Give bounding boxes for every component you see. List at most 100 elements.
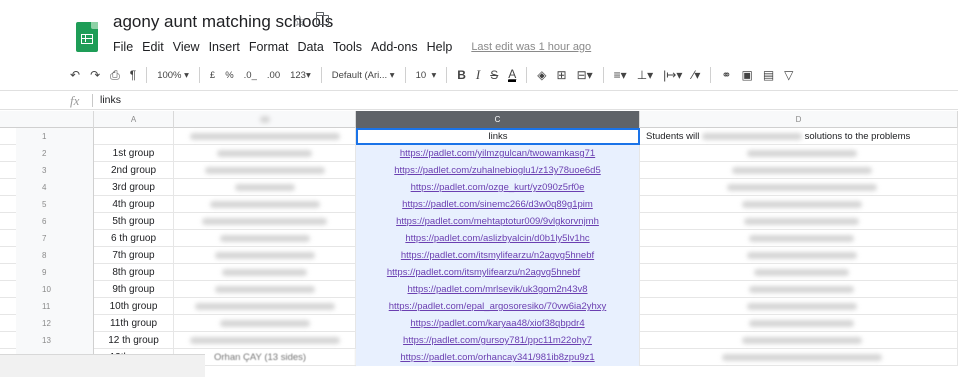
- sheet-tabs-bar[interactable]: [0, 354, 205, 377]
- blurred-cell[interactable]: [174, 298, 356, 315]
- group-cell[interactable]: 11th group: [94, 315, 174, 332]
- cell-a1[interactable]: [94, 128, 174, 145]
- group-cell[interactable]: 8th group: [94, 264, 174, 281]
- padlet-link[interactable]: https://padlet.com/yilmzgulcan/twowamkas…: [400, 148, 595, 159]
- decrease-decimal-button[interactable]: .0_: [244, 70, 257, 81]
- padlet-link-cell[interactable]: https://padlet.com/sinemc266/d3w0q89g1pi…: [356, 196, 640, 213]
- padlet-link[interactable]: https://padlet.com/sinemc266/d3w0q89g1pi…: [402, 199, 593, 210]
- blurred-cell[interactable]: [640, 298, 958, 315]
- padlet-link[interactable]: https://padlet.com/gursoy781/ppc11m22ohy…: [403, 335, 592, 346]
- column-header-d[interactable]: D: [640, 111, 958, 128]
- blurred-cell[interactable]: [174, 213, 356, 230]
- group-cell[interactable]: 6 th gruop: [94, 230, 174, 247]
- column-header-a[interactable]: A: [94, 111, 174, 128]
- blurred-cell[interactable]: [640, 332, 958, 349]
- insert-link-icon[interactable]: ⚭: [721, 68, 731, 82]
- text-rotation-icon[interactable]: ⁄▾: [692, 68, 700, 82]
- strikethrough-button[interactable]: S: [490, 68, 498, 82]
- sheets-logo-icon[interactable]: [76, 22, 98, 52]
- padlet-link[interactable]: https://padlet.com/itsmylifearzu/n2agvg5…: [387, 267, 580, 278]
- font-select[interactable]: Default (Ari... ▾: [332, 70, 395, 81]
- blurred-cell[interactable]: [640, 247, 958, 264]
- padlet-link-cell[interactable]: https://padlet.com/orhancay341/981ib8zpu…: [356, 349, 640, 366]
- blurred-cell[interactable]: [640, 162, 958, 179]
- padlet-link[interactable]: https://padlet.com/zuhalnebioglu1/z13y78…: [394, 165, 601, 176]
- insert-comment-icon[interactable]: ▣: [741, 68, 752, 82]
- menu-edit[interactable]: Edit: [142, 40, 164, 54]
- row-number[interactable]: 10: [16, 281, 94, 298]
- group-cell[interactable]: 7th group: [94, 247, 174, 264]
- blurred-cell[interactable]: [640, 349, 958, 366]
- padlet-link-cell[interactable]: https://padlet.com/epal_argosoresiko/70v…: [356, 298, 640, 315]
- padlet-link[interactable]: https://padlet.com/karyaa48/xiof38qbpdr4: [410, 318, 584, 329]
- blurred-cell[interactable]: [174, 162, 356, 179]
- menu-tools[interactable]: Tools: [333, 40, 362, 54]
- bold-button[interactable]: B: [457, 68, 466, 82]
- group-cell[interactable]: 2nd group: [94, 162, 174, 179]
- row-number[interactable]: 11: [16, 298, 94, 315]
- menu-addons[interactable]: Add-ons: [371, 40, 418, 54]
- paint-format-icon[interactable]: ¶: [130, 68, 136, 82]
- number-format-select[interactable]: 123▾: [290, 70, 311, 81]
- blurred-cell[interactable]: [640, 196, 958, 213]
- select-all-corner[interactable]: [16, 111, 94, 128]
- padlet-link-cell[interactable]: https://padlet.com/itsmylifearzu/n2agvg5…: [356, 247, 640, 264]
- blurred-cell[interactable]: [640, 213, 958, 230]
- text-wrap-icon[interactable]: |↦▾: [663, 68, 682, 82]
- menu-insert[interactable]: Insert: [209, 40, 240, 54]
- currency-button[interactable]: £: [210, 70, 215, 81]
- move-folder-icon[interactable]: [315, 12, 329, 25]
- row-number[interactable]: 8: [16, 247, 94, 264]
- cell-b1[interactable]: [174, 128, 356, 145]
- padlet-link-cell[interactable]: https://padlet.com/zuhalnebioglu1/z13y78…: [356, 162, 640, 179]
- filter-icon[interactable]: ▽: [784, 68, 793, 82]
- menu-file[interactable]: File: [113, 40, 133, 54]
- star-icon[interactable]: ☆: [293, 12, 306, 30]
- formula-input[interactable]: links: [100, 94, 121, 106]
- blurred-cell[interactable]: [640, 230, 958, 247]
- padlet-link-cell[interactable]: https://padlet.com/gursoy781/ppc11m22ohy…: [356, 332, 640, 349]
- blurred-cell[interactable]: [174, 247, 356, 264]
- row-number[interactable]: 4: [16, 179, 94, 196]
- padlet-link-cell[interactable]: https://padlet.com/ozge_kurt/yz090z5rf0e: [356, 179, 640, 196]
- blurred-cell[interactable]: [640, 145, 958, 162]
- menu-help[interactable]: Help: [427, 40, 453, 54]
- row-number[interactable]: 13: [16, 332, 94, 349]
- padlet-link-cell[interactable]: https://padlet.com/karyaa48/xiof38qbpdr4: [356, 315, 640, 332]
- merge-cells-icon[interactable]: ⊟▾: [577, 68, 593, 82]
- group-cell[interactable]: 9th group: [94, 281, 174, 298]
- padlet-link[interactable]: https://padlet.com/mrlsevik/uk3gom2n43v8: [407, 284, 587, 295]
- blurred-cell[interactable]: [640, 281, 958, 298]
- blurred-cell[interactable]: [174, 196, 356, 213]
- text-color-button[interactable]: A: [508, 68, 517, 82]
- padlet-link-cell[interactable]: https://padlet.com/aslizbyalcin/d0b1ly5l…: [356, 230, 640, 247]
- fill-color-icon[interactable]: ◈: [537, 68, 546, 82]
- padlet-link[interactable]: https://padlet.com/orhancay341/981ib8zpu…: [400, 352, 594, 363]
- group-cell[interactable]: 5th group: [94, 213, 174, 230]
- row-number[interactable]: 9: [16, 264, 94, 281]
- padlet-link[interactable]: https://padlet.com/epal_argosoresiko/70v…: [389, 301, 607, 312]
- blurred-cell[interactable]: [640, 315, 958, 332]
- italic-button[interactable]: I: [476, 67, 480, 83]
- blurred-cell[interactable]: [640, 264, 958, 281]
- menu-format[interactable]: Format: [249, 40, 289, 54]
- padlet-link-cell[interactable]: https://padlet.com/yilmzgulcan/twowamkas…: [356, 145, 640, 162]
- last-edit-link[interactable]: Last edit was 1 hour ago: [471, 40, 591, 54]
- insert-chart-icon[interactable]: ▤: [763, 68, 774, 82]
- row-number[interactable]: 2: [16, 145, 94, 162]
- blurred-cell[interactable]: [174, 332, 356, 349]
- padlet-link[interactable]: https://padlet.com/aslizbyalcin/d0b1ly5l…: [405, 233, 589, 244]
- undo-icon[interactable]: ↶: [70, 68, 80, 82]
- menu-data[interactable]: Data: [297, 40, 323, 54]
- blurred-cell[interactable]: [174, 281, 356, 298]
- cell-d1[interactable]: Students will solutions to the problems: [640, 128, 958, 145]
- percent-button[interactable]: %: [225, 70, 233, 81]
- row-number[interactable]: 1: [16, 128, 94, 145]
- group-cell[interactable]: 10th group: [94, 298, 174, 315]
- padlet-link[interactable]: https://padlet.com/ozge_kurt/yz090z5rf0e: [411, 182, 585, 193]
- padlet-link-cell[interactable]: https://padlet.com/itsmylifearzu/n2agvg5…: [356, 264, 640, 281]
- row-number[interactable]: 7: [16, 230, 94, 247]
- padlet-link-cell[interactable]: https://padlet.com/mehtaptotur009/9vlgko…: [356, 213, 640, 230]
- row-number[interactable]: 6: [16, 213, 94, 230]
- padlet-link-cell[interactable]: https://padlet.com/mrlsevik/uk3gom2n43v8: [356, 281, 640, 298]
